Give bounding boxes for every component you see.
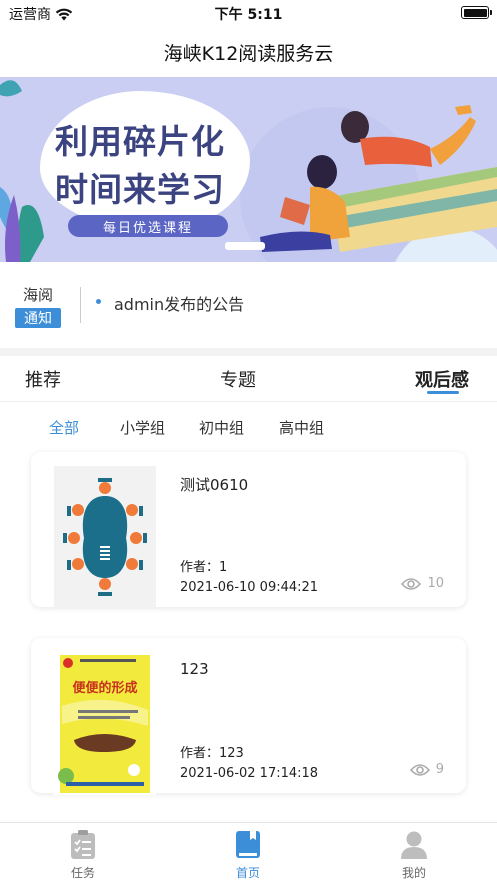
- notice-text[interactable]: admin发布的公告: [114, 291, 244, 315]
- cover-image: [54, 466, 156, 609]
- page-title: 海峡K12阅读服务云: [163, 42, 334, 65]
- cover-image: 便便的形成: [54, 652, 156, 795]
- battery-icon: [461, 6, 492, 19]
- view-count: 9: [435, 762, 444, 777]
- filter-high[interactable]: 高中组: [279, 417, 324, 438]
- notice-bar[interactable]: 海阅 通知 admin发布的公告: [0, 262, 497, 348]
- tabbar-item-home[interactable]: 首页: [208, 830, 288, 881]
- card-author: 作者：1: [180, 560, 228, 575]
- card-views: 9: [409, 762, 444, 777]
- tabbar-label-profile: 我的: [401, 866, 426, 880]
- promo-banner[interactable]: 利用碎片化 时间来学习 每日优选课程: [0, 77, 497, 262]
- card-date: 2021-06-10 09:44:21: [180, 580, 319, 595]
- filter-middle[interactable]: 初中组: [199, 417, 244, 438]
- card-title: 测试0610: [180, 476, 249, 494]
- cover-title: 便便的形成: [72, 680, 137, 696]
- group-filters: 全部 小学组 初中组 高中组: [0, 414, 497, 440]
- review-card[interactable]: 便便的形成 123 作者：123 2021-06-02 17:14:18 9: [31, 638, 466, 795]
- card-date: 2021-06-02 17:14:18: [180, 766, 319, 781]
- filter-all[interactable]: 全部: [49, 417, 79, 438]
- tabbar-label-tasks: 任务: [70, 866, 95, 880]
- tabbar-label-home: 首页: [235, 866, 260, 880]
- eye-icon: [401, 577, 422, 590]
- banner-headline-1: 利用碎片化: [55, 122, 225, 161]
- bottom-tab-bar: 任务 首页 我的: [0, 822, 497, 883]
- eye-icon: [409, 763, 430, 776]
- tab-topics[interactable]: 专题: [220, 366, 256, 392]
- profile-icon: [401, 831, 427, 859]
- view-count: 10: [427, 576, 444, 591]
- notice-divider: [80, 287, 81, 323]
- tabbar-item-tasks[interactable]: 任务: [43, 830, 123, 881]
- status-time: 下午 5:11: [214, 7, 283, 23]
- tabbar-item-profile[interactable]: 我的: [374, 830, 454, 881]
- category-tabs: 推荐 专题 观后感: [0, 356, 497, 402]
- review-card[interactable]: 测试0610 作者：1 2021-06-10 09:44:21 10: [31, 452, 466, 609]
- home-book-icon: [236, 831, 260, 858]
- nav-bar: 海峡K12阅读服务云: [0, 28, 497, 76]
- filter-primary[interactable]: 小学组: [120, 417, 165, 438]
- status-bar: 运营商 下午 5:11: [0, 0, 497, 28]
- active-tab-indicator: [427, 391, 459, 394]
- task-icon: [71, 830, 95, 859]
- card-views: 10: [401, 576, 444, 591]
- banner-headline-2: 时间来学习: [55, 170, 225, 209]
- notice-badge: 通知: [15, 308, 61, 328]
- notice-bullet-icon: [96, 299, 101, 304]
- card-author: 作者：123: [180, 746, 244, 761]
- tab-recommend[interactable]: 推荐: [25, 366, 61, 392]
- banner-pill: 每日优选课程: [68, 215, 228, 237]
- tab-reviews[interactable]: 观后感: [415, 366, 469, 392]
- notice-brand: 海阅: [23, 286, 54, 304]
- section-divider: [0, 348, 497, 356]
- card-title: 123: [180, 660, 209, 678]
